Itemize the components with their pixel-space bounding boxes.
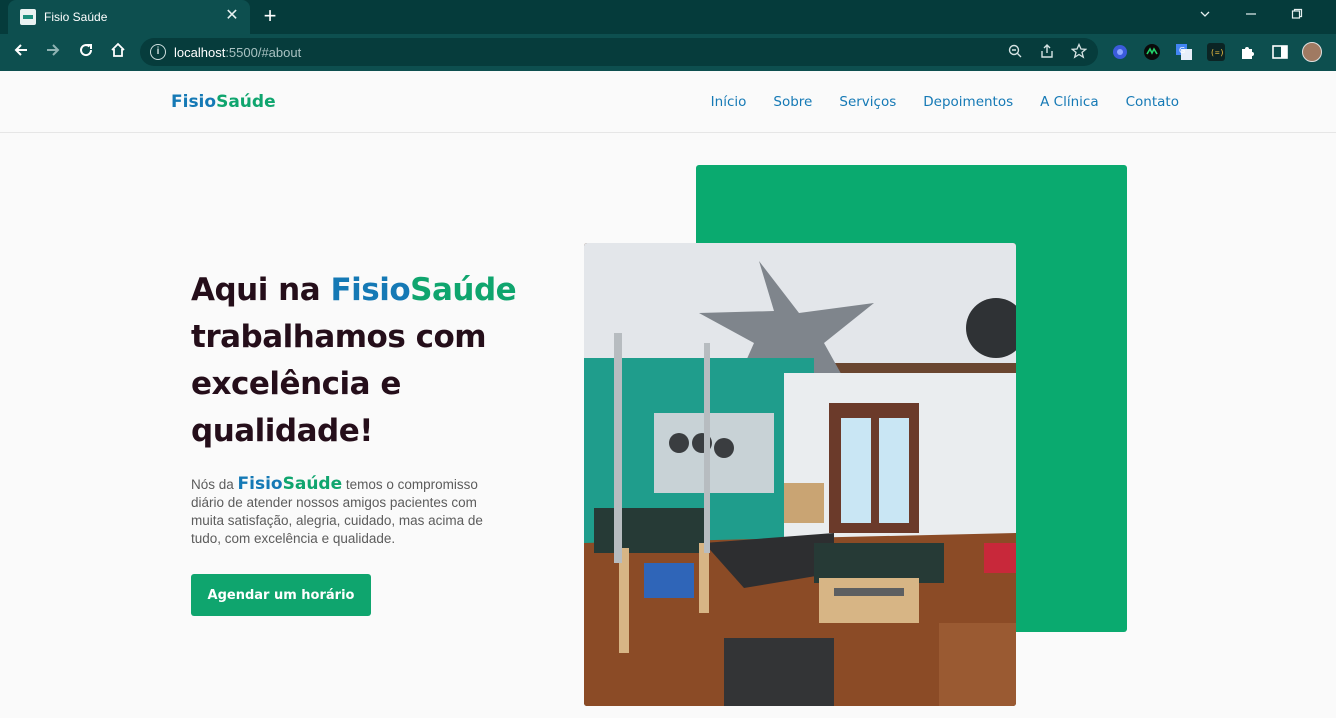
page-viewport: FisioSaúde Início Sobre Serviços Depoime… bbox=[0, 71, 1336, 718]
hero-text-start: Nós da bbox=[191, 477, 238, 492]
schedule-appointment-button[interactable]: Agendar um horário bbox=[191, 574, 371, 616]
nav-link-a-clinica[interactable]: A Clínica bbox=[1040, 94, 1098, 110]
site-logo[interactable]: FisioSaúde bbox=[171, 92, 276, 112]
address-bar[interactable]: i localhost:5500/#about bbox=[140, 38, 1098, 66]
browser-tab[interactable]: Fisio Saúde ✕ bbox=[8, 0, 250, 34]
hero-title: Aqui na FisioSaúde trabalhamos com excel… bbox=[191, 267, 551, 455]
profile-avatar[interactable] bbox=[1302, 42, 1322, 62]
nav-link-depoimentos[interactable]: Depoimentos bbox=[923, 94, 1013, 110]
plus-icon[interactable]: + bbox=[258, 5, 282, 29]
tab-title: Fisio Saúde bbox=[44, 10, 108, 24]
extension-green-icon[interactable] bbox=[1143, 43, 1161, 61]
url-text[interactable]: localhost:5500/#about bbox=[174, 45, 301, 60]
hero-text-brand-saude: Saúde bbox=[282, 474, 343, 494]
puzzle-icon[interactable] bbox=[1239, 43, 1257, 61]
side-panel-icon[interactable] bbox=[1271, 43, 1289, 61]
hero-text-brand-fisio: Fisio bbox=[237, 474, 283, 494]
share-icon[interactable] bbox=[1038, 43, 1056, 61]
site-header: FisioSaúde Início Sobre Serviços Depoime… bbox=[0, 71, 1336, 133]
reload-icon[interactable] bbox=[75, 41, 97, 63]
hero-title-brand-saude: Saúde bbox=[410, 272, 517, 308]
nav-link-servicos[interactable]: Serviços bbox=[839, 94, 896, 110]
svg-text:(=): (=) bbox=[1210, 48, 1224, 57]
zoom-out-icon[interactable] bbox=[1006, 43, 1024, 61]
hero-title-end: trabalhamos com excelência e qualidade! bbox=[191, 319, 487, 449]
url-host: localhost bbox=[174, 45, 226, 60]
browser-toolbar: i localhost:5500/#about G (=) bbox=[0, 34, 1336, 71]
nav-link-contato[interactable]: Contato bbox=[1126, 94, 1179, 110]
star-icon[interactable] bbox=[1070, 42, 1088, 61]
chevron-down-icon[interactable] bbox=[1195, 6, 1215, 26]
hero-title-brand-fisio: Fisio bbox=[330, 272, 411, 308]
hero-title-start: Aqui na bbox=[191, 272, 331, 308]
hero-description: Nós da FisioSaúde temos o compromisso di… bbox=[191, 475, 511, 548]
main-nav: Início Sobre Serviços Depoimentos A Clín… bbox=[711, 94, 1179, 110]
info-icon[interactable]: i bbox=[150, 44, 166, 60]
logo-part-fisio: Fisio bbox=[171, 92, 217, 112]
forward-arrow-icon[interactable] bbox=[42, 41, 64, 63]
logo-part-saude: Saúde bbox=[216, 92, 276, 112]
back-arrow-icon[interactable] bbox=[10, 41, 32, 63]
restore-icon[interactable] bbox=[1287, 6, 1307, 26]
clinic-photo bbox=[584, 243, 1016, 706]
home-icon[interactable] bbox=[107, 41, 129, 63]
minimize-icon[interactable] bbox=[1241, 6, 1261, 26]
url-path: :5500/#about bbox=[225, 45, 302, 60]
translate-icon[interactable]: G bbox=[1175, 43, 1193, 61]
extension-bracket-icon[interactable]: (=) bbox=[1207, 43, 1225, 61]
nav-link-sobre[interactable]: Sobre bbox=[773, 94, 812, 110]
svg-text:G: G bbox=[1179, 46, 1185, 55]
browser-titlebar: Fisio Saúde ✕ + bbox=[0, 0, 1336, 34]
close-icon[interactable]: ✕ bbox=[222, 6, 242, 26]
site-favicon-icon bbox=[20, 9, 36, 25]
nav-link-inicio[interactable]: Início bbox=[711, 94, 747, 110]
extension-blue-icon[interactable] bbox=[1111, 43, 1129, 61]
